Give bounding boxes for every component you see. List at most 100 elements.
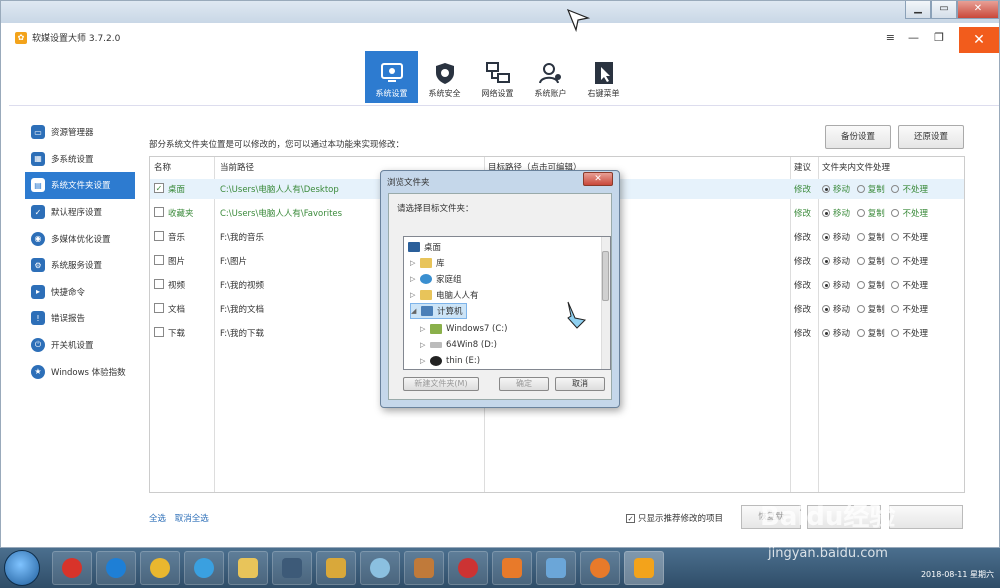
new-folder-button[interactable]: 新建文件夹(M) <box>403 377 479 391</box>
collapse-arrow-icon[interactable]: ◢ <box>411 307 417 315</box>
radio-move[interactable] <box>822 305 830 313</box>
recommend-filter[interactable]: ✓ 只显示推荐修改的项目 <box>626 512 723 524</box>
backup-button[interactable]: 备份设置 <box>825 125 891 149</box>
row-checkbox[interactable] <box>154 327 164 337</box>
row-checkbox[interactable] <box>154 303 164 313</box>
tab-context-menu[interactable]: 右键菜单 <box>577 51 630 103</box>
taskbar-app[interactable] <box>140 551 180 585</box>
row-checkbox[interactable] <box>154 255 164 265</box>
taskbar-app[interactable] <box>184 551 224 585</box>
taskbar-app[interactable] <box>360 551 400 585</box>
radio-move[interactable] <box>822 209 830 217</box>
radio-none[interactable] <box>891 305 900 313</box>
taskbar-app[interactable] <box>492 551 532 585</box>
sidebar-item-multimedia[interactable]: ◉ 多媒体优化设置 <box>25 225 135 252</box>
radio-copy[interactable] <box>856 233 865 241</box>
radio-copy[interactable] <box>856 281 865 289</box>
taskbar-app[interactable] <box>96 551 136 585</box>
radio-copy[interactable] <box>856 329 865 337</box>
cancel-button[interactable]: 取消 <box>555 377 605 391</box>
apply-all-button[interactable] <box>889 505 963 529</box>
sidebar-item-error-report[interactable]: ! 错误报告 <box>25 305 135 332</box>
taskbar-app[interactable] <box>228 551 268 585</box>
tab-label: 系统安全 <box>428 89 461 98</box>
taskbar-app[interactable] <box>316 551 356 585</box>
tab-label: 系统账户 <box>534 89 567 98</box>
expand-arrow-icon[interactable]: ▷ <box>410 275 416 283</box>
row-checkbox[interactable] <box>154 231 164 241</box>
tab-network-settings[interactable]: 网络设置 <box>471 51 524 103</box>
recommend-checkbox[interactable]: ✓ <box>626 513 635 523</box>
radio-copy[interactable] <box>856 305 865 313</box>
radio-move[interactable] <box>822 257 830 265</box>
sidebar-item-system-folders[interactable]: ▤ 系统文件夹设置 <box>25 172 135 199</box>
dialog-close-button[interactable]: ✕ <box>583 172 613 186</box>
expand-arrow-icon[interactable]: ▷ <box>420 357 426 365</box>
sidebar-item-power[interactable]: ⏻ 开关机设置 <box>25 332 135 359</box>
taskbar-app[interactable] <box>536 551 576 585</box>
tree-item-homegroup[interactable]: ▷ 家庭组 <box>410 271 462 287</box>
row-current-path: F:\图片 <box>220 257 247 267</box>
app-close-button[interactable]: ✕ <box>959 27 999 53</box>
tree-item-drive-d[interactable]: ▷ 64Win8 (D:) <box>420 337 497 353</box>
tab-system-security[interactable]: 系统安全 <box>418 51 471 103</box>
radio-none[interactable] <box>891 233 900 241</box>
check-shield-icon: ✓ <box>31 205 45 220</box>
app-minimize-button[interactable]: — <box>908 31 919 44</box>
expand-arrow-icon[interactable]: ▷ <box>420 325 426 333</box>
tree-item-desktop[interactable]: 桌面 <box>408 239 441 255</box>
radio-copy[interactable] <box>856 257 865 265</box>
sidebar-item-default-programs[interactable]: ✓ 默认程序设置 <box>25 199 135 226</box>
start-button[interactable] <box>4 550 40 586</box>
taskbar-app[interactable] <box>272 551 312 585</box>
minimize-button[interactable]: ▁ <box>905 1 931 19</box>
deselect-all-link[interactable]: 取消全选 <box>175 514 209 524</box>
sidebar-item-experience-index[interactable]: ★ Windows 体验指数 <box>25 358 135 385</box>
taskbar-app-active[interactable] <box>624 551 664 585</box>
radio-none[interactable] <box>891 329 900 337</box>
radio-label: 不处理 <box>902 185 928 195</box>
tree-scrollbar[interactable] <box>601 237 610 369</box>
taskbar-app[interactable] <box>448 551 488 585</box>
radio-none[interactable] <box>891 257 900 265</box>
row-name: 下载 <box>168 329 186 339</box>
radio-none[interactable] <box>891 281 900 289</box>
tree-item-computer[interactable]: ◢ 计算机 <box>410 303 467 319</box>
radio-none[interactable] <box>891 209 900 217</box>
sidebar-item-shortcuts[interactable]: ▸ 快捷命令 <box>25 279 135 306</box>
expand-arrow-icon[interactable]: ▷ <box>420 341 426 349</box>
restore-button[interactable]: 还原设置 <box>898 125 964 149</box>
menu-icon[interactable]: ≡ <box>886 31 895 44</box>
ok-button[interactable]: 确定 <box>499 377 549 391</box>
row-checkbox[interactable] <box>154 207 164 217</box>
select-all-link[interactable]: 全选 <box>149 514 166 524</box>
row-checkbox[interactable]: ✓ <box>154 183 164 193</box>
maximize-button[interactable]: ▭ <box>931 1 957 19</box>
expand-arrow-icon[interactable]: ▷ <box>410 291 416 299</box>
taskbar-app[interactable] <box>580 551 620 585</box>
tab-system-settings[interactable]: 系统设置 <box>365 51 418 103</box>
close-button[interactable]: ✕ <box>957 1 999 19</box>
tab-system-accounts[interactable]: 系统账户 <box>524 51 577 103</box>
taskbar-app[interactable] <box>404 551 444 585</box>
tree-item-library[interactable]: ▷ 库 <box>410 255 445 271</box>
tree-item-user[interactable]: ▷ 电脑人人有 <box>410 287 479 303</box>
radio-copy[interactable] <box>856 185 865 193</box>
row-checkbox[interactable] <box>154 279 164 289</box>
tree-item-drive-e[interactable]: ▷ thin (E:) <box>420 353 480 369</box>
sidebar-item-multi-system[interactable]: ▦ 多系统设置 <box>25 146 135 173</box>
taskbar-app[interactable] <box>52 551 92 585</box>
radio-move[interactable] <box>822 329 830 337</box>
radio-move[interactable] <box>822 281 830 289</box>
radio-move[interactable] <box>822 185 830 193</box>
expand-arrow-icon[interactable]: ▷ <box>410 259 416 267</box>
sidebar-item-services[interactable]: ⚙ 系统服务设置 <box>25 252 135 279</box>
radio-copy[interactable] <box>856 209 865 217</box>
scrollbar-thumb[interactable] <box>602 251 609 301</box>
row-suggest: 修改 <box>794 233 812 243</box>
radio-move[interactable] <box>822 233 830 241</box>
radio-none[interactable] <box>891 185 900 193</box>
tree-item-drive-c[interactable]: ▷ Windows7 (C:) <box>420 321 507 337</box>
app-restore-button[interactable]: ❐ <box>934 31 944 44</box>
sidebar-item-explorer[interactable]: ▭ 资源管理器 <box>25 119 135 146</box>
